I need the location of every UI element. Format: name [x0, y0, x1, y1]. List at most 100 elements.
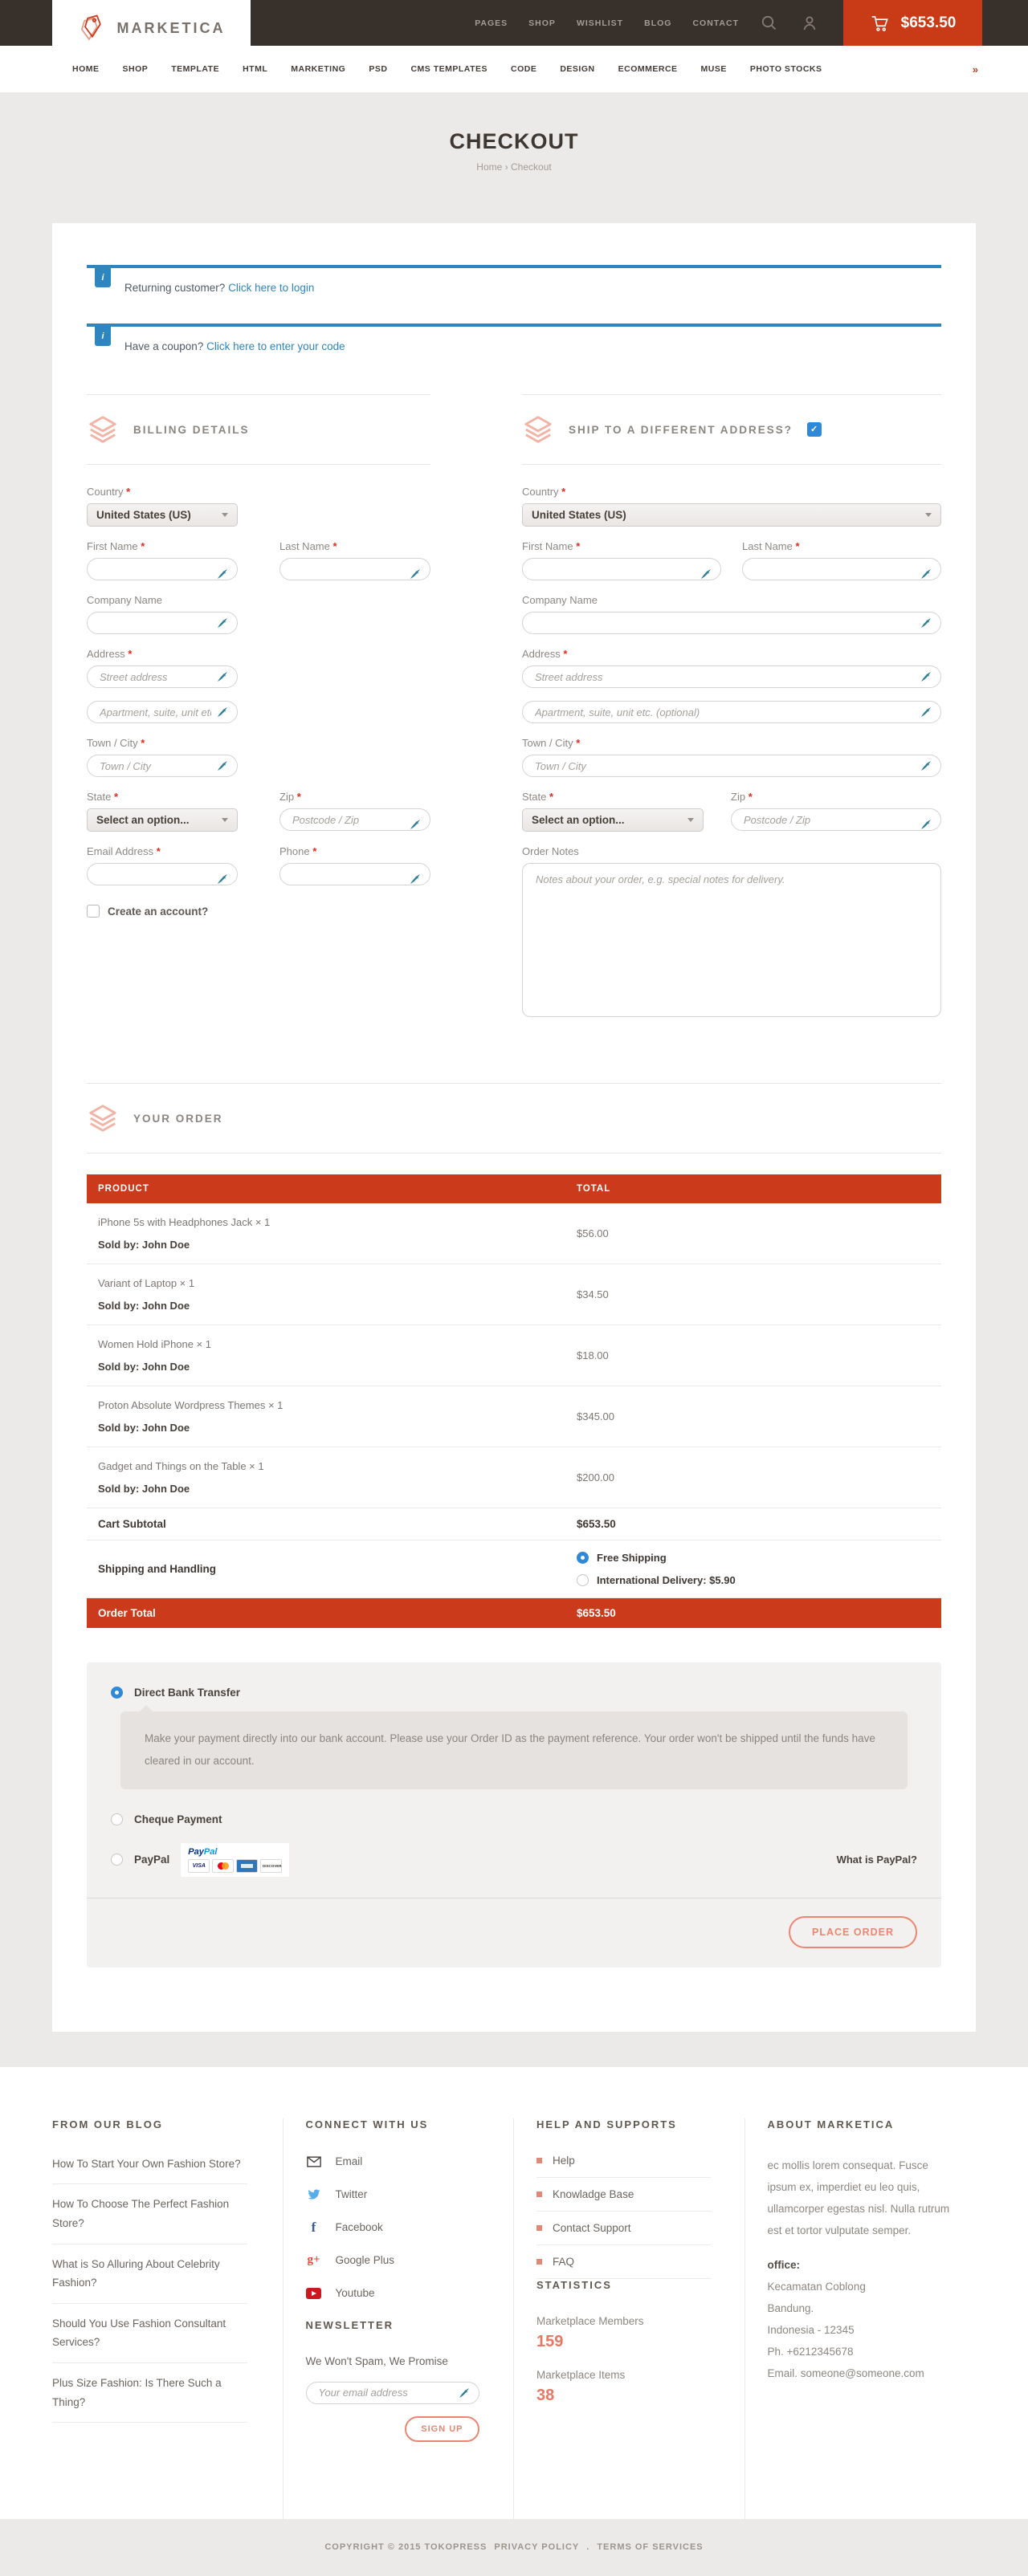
connect-heading: CONNECT WITH US	[306, 2118, 492, 2130]
top-nav-contact[interactable]: CONTACT	[692, 18, 739, 28]
help-link[interactable]: Help	[536, 2155, 711, 2178]
coupon-link[interactable]: Click here to enter your code	[206, 340, 345, 352]
nav-ecommerce[interactable]: ECOMMERCE	[618, 64, 678, 74]
nav-marketing[interactable]: MARKETING	[291, 64, 345, 74]
chevron-down-icon	[925, 513, 932, 517]
shipping-zip-input[interactable]	[731, 808, 941, 831]
shipping-company-input[interactable]	[522, 612, 941, 634]
billing-apartment-input[interactable]	[87, 701, 238, 723]
order-row: iPhone 5s with Headphones Jack × 1 Sold …	[87, 1203, 941, 1264]
billing-state-group: State * Select an option...	[87, 791, 238, 832]
blog-link[interactable]: What is So Alluring About Celebrity Fash…	[52, 2244, 247, 2304]
order-total-value: $653.50	[565, 1598, 941, 1629]
social-link-google-plus[interactable]: g+ Google Plus	[306, 2253, 492, 2268]
statistics-heading: STATISTICS	[536, 2279, 722, 2291]
billing-last-name-input[interactable]	[279, 558, 430, 580]
what-is-paypal-link[interactable]: What is PayPal?	[837, 1854, 917, 1866]
terms-link[interactable]: TERMS OF SERVICES	[597, 2542, 703, 2552]
billing-country-select[interactable]: United States (US)	[87, 503, 238, 527]
top-nav-pages[interactable]: PAGES	[475, 18, 508, 28]
cart-total: $653.50	[901, 14, 957, 32]
footer-blog-column: FROM OUR BLOG How To Start Your Own Fash…	[52, 2118, 284, 2519]
billing-address-group: Address *	[87, 648, 430, 723]
social-link-youtube[interactable]: Youtube	[306, 2286, 492, 2301]
social-link-twitter[interactable]: Twitter	[306, 2187, 492, 2202]
search-icon[interactable]	[760, 14, 779, 33]
pen-icon	[216, 873, 229, 885]
blog-link[interactable]: Should You Use Fashion Consultant Servic…	[52, 2304, 247, 2363]
shipping-apartment-input[interactable]	[522, 701, 941, 723]
shipping-first-name-input[interactable]	[522, 558, 721, 580]
billing-town-input[interactable]	[87, 755, 238, 777]
bank-transfer-label[interactable]: Direct Bank Transfer	[134, 1687, 240, 1699]
nav-template[interactable]: TEMPLATE	[171, 64, 219, 74]
billing-company-input[interactable]	[87, 612, 238, 634]
brand-logo[interactable]: MARKETICA	[52, 0, 251, 56]
billing-phone-input[interactable]	[279, 863, 430, 885]
free-shipping-label[interactable]: Free Shipping	[597, 1552, 667, 1564]
create-account-label[interactable]: Create an account?	[108, 905, 208, 918]
breadcrumb-home[interactable]: Home	[476, 161, 502, 173]
nav-photo-stocks[interactable]: PHOTO STOCKS	[750, 64, 822, 74]
nav-more-chevron-icon[interactable]: »	[973, 63, 978, 75]
breadcrumb-separator: ›	[505, 161, 508, 173]
billing-street-input[interactable]	[87, 665, 238, 688]
pen-icon	[458, 2387, 471, 2399]
marketplace-members-label: Marketplace Members	[536, 2315, 722, 2327]
help-link[interactable]: Knowladge Base	[536, 2178, 711, 2212]
blog-link[interactable]: Plus Size Fashion: Is There Such a Thing…	[52, 2363, 247, 2423]
billing-state-select[interactable]: Select an option...	[87, 808, 238, 832]
nav-design[interactable]: DESIGN	[560, 64, 594, 74]
layers-icon	[87, 1103, 119, 1133]
privacy-policy-link[interactable]: PRIVACY POLICY	[494, 2542, 579, 2552]
brand-name: MARKETICA	[117, 20, 226, 37]
ship-different-checkbox[interactable]	[807, 422, 822, 437]
billing-first-name-input[interactable]	[87, 558, 238, 580]
nav-shop[interactable]: SHOP	[123, 64, 149, 74]
shipping-country-value: United States (US)	[532, 509, 626, 521]
bank-transfer-radio[interactable]	[111, 1687, 123, 1699]
shipping-last-name-input[interactable]	[742, 558, 941, 580]
nav-cms-templates[interactable]: CMS TEMPLATES	[410, 64, 487, 74]
shipping-country-select[interactable]: United States (US)	[522, 503, 941, 527]
top-nav-wishlist[interactable]: WISHLIST	[577, 18, 623, 28]
help-link[interactable]: FAQ	[536, 2245, 711, 2279]
cheque-payment-radio[interactable]	[111, 1813, 123, 1825]
billing-email-input[interactable]	[87, 863, 238, 885]
shipping-street-input[interactable]	[522, 665, 941, 688]
place-order-button[interactable]: PLACE ORDER	[789, 1916, 917, 1948]
social-link-email[interactable]: Email	[306, 2155, 492, 2169]
create-account-checkbox[interactable]	[87, 905, 100, 918]
user-account-icon[interactable]	[800, 14, 819, 33]
login-link[interactable]: Click here to login	[228, 282, 314, 294]
cart-button[interactable]: $653.50	[843, 0, 982, 46]
help-link[interactable]: Contact Support	[536, 2212, 711, 2245]
signup-button[interactable]: SIGN UP	[405, 2416, 479, 2442]
shipping-town-input[interactable]	[522, 755, 941, 777]
international-delivery-label[interactable]: International Delivery: $5.90	[597, 1574, 736, 1586]
newsletter-email-input[interactable]	[306, 2382, 479, 2404]
nav-home[interactable]: HOME	[72, 64, 100, 74]
nav-psd[interactable]: PSD	[369, 64, 387, 74]
order-notes-textarea[interactable]	[522, 863, 941, 1017]
cheque-payment-label[interactable]: Cheque Payment	[134, 1813, 222, 1825]
social-link-facebook[interactable]: f Facebook	[306, 2220, 492, 2235]
paypal-label[interactable]: PayPal	[134, 1854, 169, 1866]
nav-muse[interactable]: MUSE	[701, 64, 727, 74]
billing-zip-input[interactable]	[279, 808, 430, 831]
blog-link[interactable]: How To Choose The Perfect Fashion Store?	[52, 2184, 247, 2244]
shipping-zip-group: Zip *	[731, 791, 941, 832]
shipping-state-select[interactable]: Select an option...	[522, 808, 704, 832]
product-name: Proton Absolute Wordpress Themes × 1	[98, 1399, 554, 1411]
pen-icon	[920, 617, 932, 629]
free-shipping-radio[interactable]	[577, 1552, 589, 1564]
nav-code[interactable]: CODE	[511, 64, 536, 74]
top-nav-shop[interactable]: SHOP	[528, 18, 556, 28]
international-delivery-radio[interactable]	[577, 1574, 589, 1586]
top-nav-blog[interactable]: BLOG	[644, 18, 671, 28]
paypal-radio[interactable]	[111, 1854, 123, 1866]
nav-html[interactable]: HTML	[243, 64, 267, 74]
blog-link[interactable]: How To Start Your Own Fashion Store?	[52, 2155, 247, 2185]
product-total: $18.00	[565, 1325, 941, 1386]
required-mark: *	[312, 845, 316, 857]
